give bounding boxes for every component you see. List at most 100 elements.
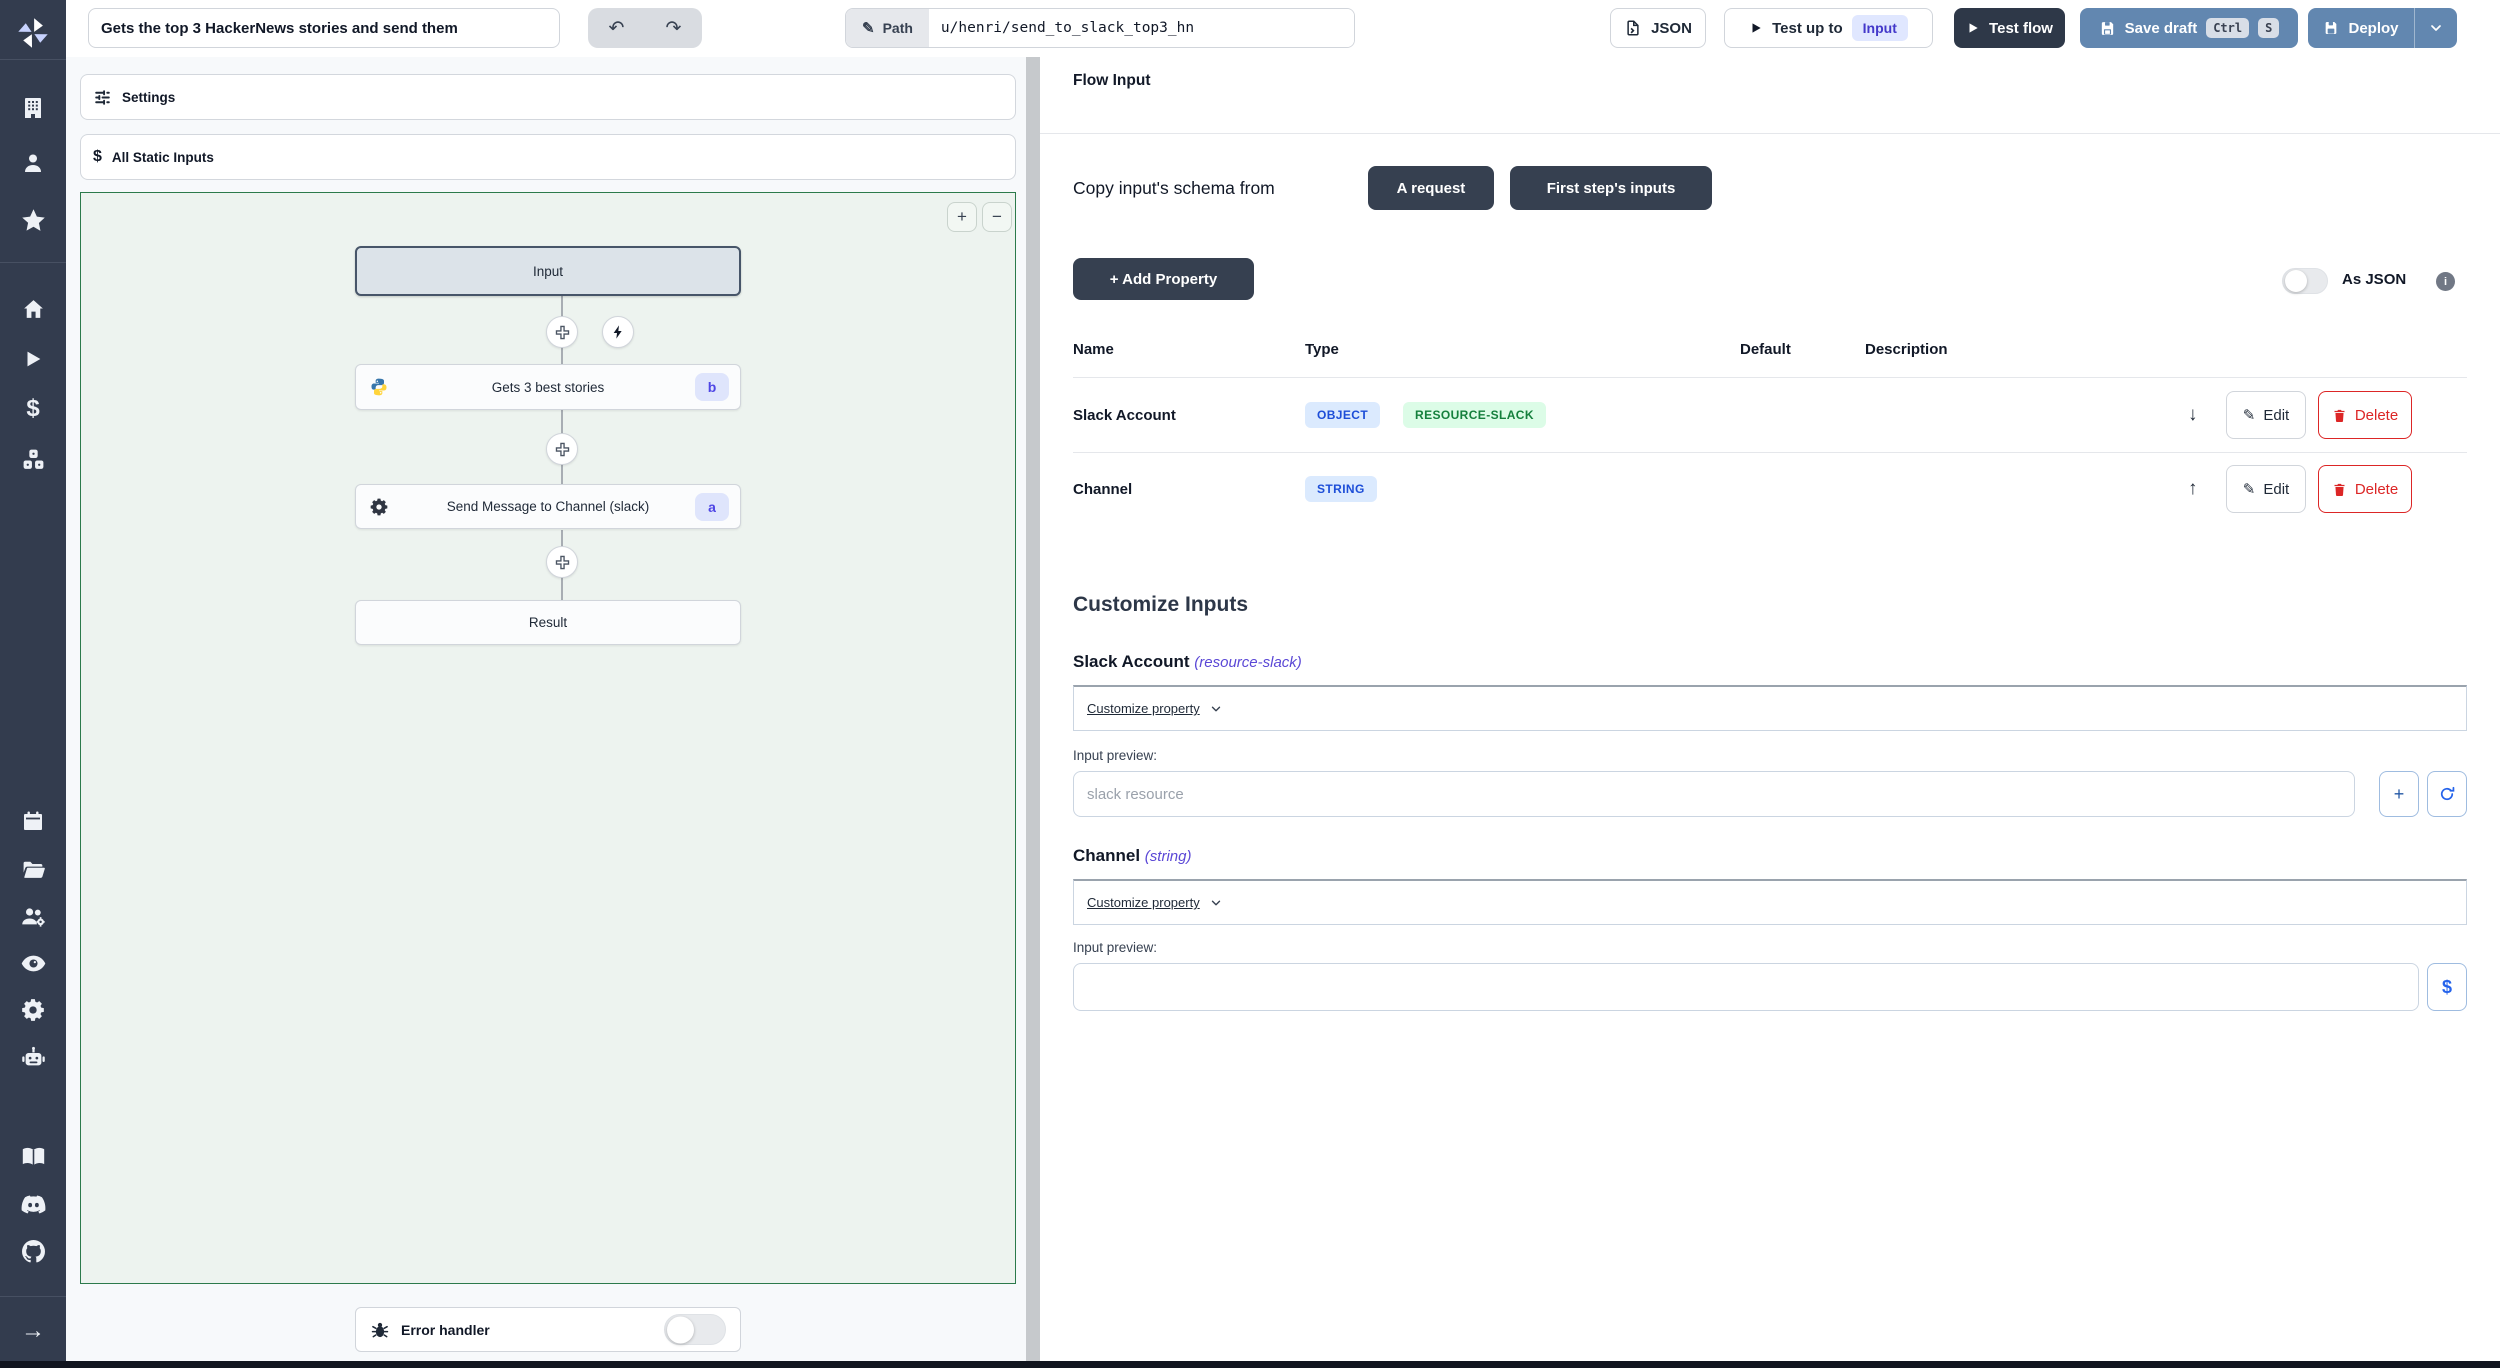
settings-section-toggle[interactable]: Settings [80, 74, 1016, 120]
deploy-button[interactable]: Deploy [2308, 8, 2414, 48]
json-button-label: JSON [1651, 19, 1692, 37]
kbd-s: S [2258, 18, 2280, 38]
sidebar-item-audit-logs[interactable] [0, 940, 66, 986]
sidebar-item-docs[interactable] [0, 1133, 66, 1179]
edit-property-button[interactable]: ✎ Edit [2226, 465, 2306, 513]
cubes-icon [23, 449, 43, 469]
sidebar-item-variables[interactable]: $ [0, 386, 66, 432]
customize-property-label: Customize property [1087, 895, 1200, 910]
flow-node-input[interactable]: Input [355, 246, 741, 296]
add-step-button[interactable] [546, 316, 578, 348]
flow-canvas[interactable]: + − Input Gets 3 best stories b Send Mes… [80, 192, 1016, 1284]
panel-resize-handle[interactable] [1026, 57, 1040, 1361]
sidebar-item-favorites[interactable] [0, 197, 66, 243]
github-icon [21, 1239, 45, 1262]
sidebar-divider [0, 1296, 66, 1297]
edit-property-button[interactable]: ✎ Edit [2226, 391, 2306, 439]
flow-node-result[interactable]: Result [355, 600, 741, 645]
customize-property-dropdown[interactable]: Customize property [1073, 879, 2467, 925]
delete-property-button[interactable]: Delete [2318, 465, 2412, 513]
add-step-button[interactable] [546, 546, 578, 578]
sidebar-collapse-button[interactable]: → [0, 1308, 66, 1354]
sidebar-item-home[interactable] [0, 286, 66, 332]
sidebar-item-schedules[interactable] [0, 798, 66, 844]
redo-icon: ↷ [665, 17, 682, 39]
windmill-logo-icon[interactable] [0, 10, 66, 56]
copy-from-first-step-button[interactable]: First step's inputs [1510, 166, 1712, 210]
bottom-scrollbar[interactable] [0, 1361, 2500, 1368]
test-up-to-button[interactable]: Test up to Input [1724, 8, 1933, 48]
plus-icon: + [2393, 783, 2405, 804]
column-header-default: Default [1740, 341, 1791, 358]
test-up-to-target-chip[interactable]: Input [1851, 15, 1908, 41]
copy-schema-label: Copy input's schema from [1073, 178, 1275, 198]
sidebar-item-resources[interactable] [0, 436, 66, 482]
add-step-button[interactable] [546, 433, 578, 465]
zoom-out-button[interactable]: − [982, 202, 1012, 232]
refresh-icon [2440, 786, 2455, 801]
zoom-in-button[interactable]: + [947, 202, 977, 232]
user-icon [25, 154, 41, 172]
header-divider [1040, 133, 2500, 134]
delete-label: Delete [2354, 406, 2399, 424]
save-draft-button[interactable]: Save draft Ctrl S [2080, 8, 2298, 48]
sidebar-item-groups[interactable] [0, 893, 66, 939]
undo-icon: ↶ [608, 17, 625, 39]
section-name: Channel [1073, 846, 1141, 865]
customize-property-dropdown[interactable]: Customize property [1073, 685, 2467, 731]
section-type: (resource-slack) [1194, 654, 1302, 671]
deploy-split-button: Deploy [2308, 8, 2457, 48]
insert-expression-button[interactable]: $ [2427, 963, 2467, 1011]
type-badge: OBJECT [1305, 402, 1381, 428]
path-label: ✎ Path [846, 9, 929, 47]
sidebar-item-github[interactable] [0, 1228, 66, 1274]
redo-button[interactable]: ↷ [649, 11, 699, 45]
sidebar-item-discord[interactable] [0, 1181, 66, 1227]
chevron-down-icon [2431, 25, 2441, 31]
plus-icon [555, 442, 569, 456]
add-property-button[interactable]: + Add Property [1073, 258, 1254, 300]
sidebar-item-workspace[interactable] [0, 85, 66, 131]
section-header-channel: Channel (string) [1073, 846, 1191, 866]
flow-node-step-a[interactable]: Send Message to Channel (slack) a [355, 484, 741, 529]
section-type: (string) [1144, 848, 1192, 865]
pinwheel-icon [18, 18, 48, 48]
slack-resource-input[interactable] [1073, 771, 2355, 817]
sidebar-item-settings[interactable] [0, 987, 66, 1033]
error-handler-node[interactable]: Error handler [355, 1307, 741, 1352]
delete-label: Delete [2354, 480, 2399, 498]
channel-input[interactable] [1073, 963, 2419, 1011]
refresh-button[interactable] [2427, 771, 2467, 817]
flow-input-panel: Flow Input Copy input's schema from A re… [1040, 57, 2500, 1361]
json-button[interactable]: JSON [1610, 8, 1706, 48]
gear-icon [22, 999, 44, 1021]
step-id-badge: a [695, 492, 729, 521]
path-field-group: ✎ Path [845, 8, 1355, 48]
test-flow-button[interactable]: Test flow [1954, 8, 2065, 48]
move-up-button[interactable]: ↑ [2188, 478, 2198, 500]
copy-from-request-button[interactable]: A request [1368, 166, 1494, 210]
static-inputs-section-toggle[interactable]: $ All Static Inputs [80, 134, 1016, 180]
move-down-button[interactable]: ↓ [2188, 404, 2198, 426]
edit-label: Edit [2263, 406, 2290, 424]
flow-title-input[interactable] [88, 8, 560, 48]
path-input[interactable] [928, 9, 1354, 47]
error-handler-toggle[interactable] [664, 1314, 726, 1345]
copy-from-first-step-label: First step's inputs [1546, 179, 1676, 197]
sidebar-item-workers[interactable] [0, 1034, 66, 1080]
as-json-toggle[interactable] [2282, 268, 2328, 294]
sidebar-item-user[interactable] [0, 140, 66, 186]
flow-node-step-b[interactable]: Gets 3 best stories b [355, 364, 741, 410]
add-trigger-button[interactable] [602, 316, 634, 348]
deploy-dropdown-button[interactable] [2414, 8, 2457, 48]
add-resource-button[interactable]: + [2379, 771, 2419, 817]
delete-property-button[interactable]: Delete [2318, 391, 2412, 439]
deploy-label: Deploy [2348, 19, 2399, 37]
info-icon[interactable]: i [2436, 272, 2455, 291]
property-name: Slack Account [1073, 407, 1176, 424]
sidebar-item-runs[interactable] [0, 336, 66, 382]
undo-button[interactable]: ↶ [592, 11, 642, 45]
sidebar-item-folders[interactable] [0, 846, 66, 892]
kbd-ctrl: Ctrl [2206, 18, 2250, 38]
chevron-down-icon [1211, 706, 1220, 711]
